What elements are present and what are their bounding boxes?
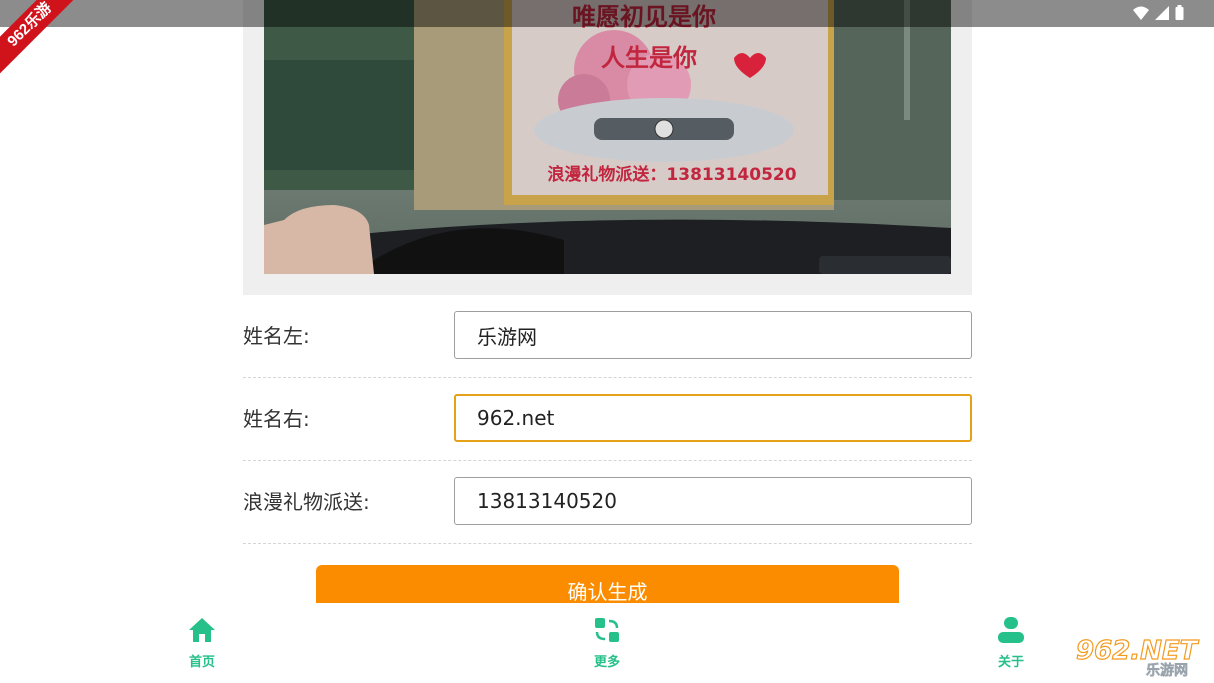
- battery-icon: [1175, 5, 1184, 20]
- gift-delivery-input[interactable]: [454, 477, 972, 525]
- preview-image: 唯愿初见是你 人生是你 浪漫礼物派送：13813140520: [264, 0, 951, 274]
- form-row-name-left: 姓名左:: [243, 295, 972, 378]
- form-row-name-right: 姓名右:: [243, 378, 972, 461]
- svg-text:乐游网: 乐游网: [1146, 662, 1188, 677]
- gift-delivery-label: 浪漫礼物派送:: [243, 490, 370, 514]
- svg-text:962.NET: 962.NET: [1076, 636, 1200, 666]
- banner-line2: 人生是你: [601, 44, 697, 72]
- status-bar: [0, 0, 1214, 27]
- wifi-icon: [1133, 6, 1149, 20]
- nav-label-more: 更多: [593, 655, 620, 670]
- name-left-input[interactable]: [454, 311, 972, 359]
- nav-item-home[interactable]: 首页: [162, 617, 242, 670]
- confirm-generate-button[interactable]: 确认生成: [316, 565, 899, 607]
- signal-icon: [1155, 5, 1169, 20]
- swap-icon: [595, 618, 619, 642]
- nav-item-about[interactable]: 关于: [971, 617, 1051, 670]
- status-icons: [1133, 5, 1184, 20]
- nav-label-about: 关于: [997, 655, 1024, 670]
- banner-footer: 浪漫礼物派送：13813140520: [547, 164, 796, 185]
- bottom-nav: 首页 更多 关于: [0, 603, 1214, 683]
- name-right-input[interactable]: [454, 394, 972, 442]
- form-row-gift-delivery: 浪漫礼物派送:: [243, 461, 972, 544]
- name-left-label: 姓名左:: [243, 324, 310, 348]
- home-icon: [189, 618, 215, 642]
- site-watermark-logo: 962.NET 乐游网: [1074, 633, 1206, 679]
- nav-item-more[interactable]: 更多: [567, 617, 647, 670]
- name-right-label: 姓名右:: [243, 407, 310, 431]
- nav-label-home: 首页: [188, 655, 215, 670]
- person-icon: [998, 617, 1024, 643]
